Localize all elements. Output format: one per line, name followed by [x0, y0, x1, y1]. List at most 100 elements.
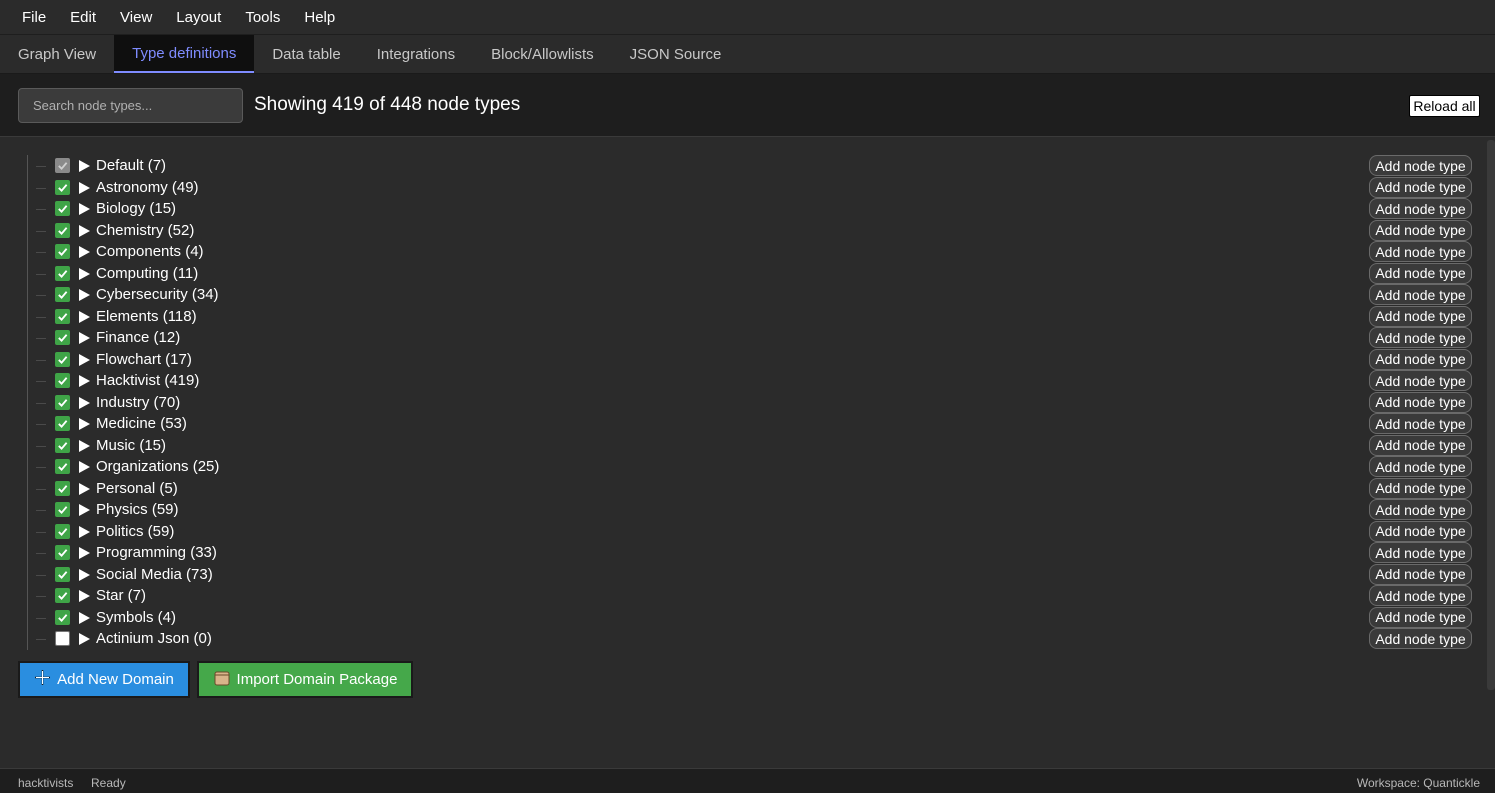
domain-checkbox[interactable]: [55, 351, 70, 367]
domain-label[interactable]: Organizations (25): [96, 458, 219, 475]
add-node-type-button[interactable]: Add node type: [1369, 241, 1472, 262]
add-node-type-button[interactable]: Add node type: [1369, 413, 1472, 434]
domain-label[interactable]: Chemistry (52): [96, 222, 194, 239]
add-node-type-button[interactable]: Add node type: [1369, 198, 1472, 219]
domain-checkbox[interactable]: [55, 416, 70, 431]
domain-checkbox[interactable]: [55, 502, 70, 517]
expand-arrow-icon[interactable]: [79, 267, 90, 280]
expand-arrow-icon[interactable]: [79, 332, 90, 344]
domain-label[interactable]: Default (7): [96, 157, 166, 174]
domain-label[interactable]: Medicine (53): [96, 415, 187, 432]
expand-arrow-icon[interactable]: [79, 418, 90, 430]
domain-label[interactable]: Industry (70): [96, 394, 180, 411]
add-node-type-button[interactable]: Add node type: [1369, 520, 1472, 542]
domain-checkbox[interactable]: [55, 308, 70, 324]
domain-checkbox[interactable]: [55, 545, 70, 560]
domain-label[interactable]: Hacktivist (419): [96, 372, 199, 389]
domain-label[interactable]: Physics (59): [96, 501, 179, 518]
menu-item-view[interactable]: View: [108, 0, 164, 35]
reload-all-button[interactable]: Reload all: [1409, 95, 1480, 117]
domain-label[interactable]: Biology (15): [96, 200, 176, 217]
tab-type-definitions[interactable]: Type definitions: [114, 35, 255, 73]
domain-label[interactable]: Music (15): [96, 437, 166, 454]
tab-block-allowlists[interactable]: Block/Allowlists: [473, 35, 612, 73]
domain-checkbox[interactable]: [55, 179, 70, 195]
expand-arrow-icon[interactable]: [79, 525, 90, 538]
domain-checkbox[interactable]: [55, 437, 70, 453]
menu-item-tools[interactable]: Tools: [233, 0, 292, 35]
domain-checkbox[interactable]: [55, 265, 70, 281]
domain-checkbox[interactable]: [55, 287, 70, 302]
domain-label[interactable]: Finance (12): [96, 329, 180, 346]
expand-arrow-icon[interactable]: [79, 611, 90, 624]
tab-graph-view[interactable]: Graph View: [0, 35, 114, 73]
domain-label[interactable]: Politics (59): [96, 523, 174, 540]
domain-label[interactable]: Personal (5): [96, 480, 178, 497]
add-node-type-button[interactable]: Add node type: [1369, 176, 1472, 198]
expand-arrow-icon[interactable]: [79, 375, 90, 387]
domain-label[interactable]: Actinium Json (0): [96, 630, 212, 647]
tab-json-source[interactable]: JSON Source: [612, 35, 740, 73]
domain-label[interactable]: Components (4): [96, 243, 204, 260]
expand-arrow-icon[interactable]: [79, 224, 90, 237]
domain-label[interactable]: Elements (118): [96, 308, 197, 325]
expand-arrow-icon[interactable]: [79, 203, 90, 215]
menu-item-layout[interactable]: Layout: [164, 0, 233, 35]
add-node-type-button[interactable]: Add node type: [1369, 606, 1472, 628]
add-node-type-button[interactable]: Add node type: [1369, 585, 1472, 606]
domain-label[interactable]: Social Media (73): [96, 566, 213, 583]
menu-item-file[interactable]: File: [10, 0, 58, 35]
expand-arrow-icon[interactable]: [79, 439, 90, 452]
add-node-type-button[interactable]: Add node type: [1369, 391, 1472, 413]
add-node-type-button[interactable]: Add node type: [1369, 262, 1472, 284]
expand-arrow-icon[interactable]: [79, 482, 90, 495]
domain-checkbox[interactable]: [55, 373, 70, 388]
domain-checkbox[interactable]: [55, 588, 70, 603]
add-node-type-button[interactable]: Add node type: [1369, 348, 1472, 370]
add-node-type-button[interactable]: Add node type: [1369, 563, 1472, 585]
domain-label[interactable]: Symbols (4): [96, 609, 176, 626]
add-node-type-button[interactable]: Add node type: [1369, 155, 1472, 176]
domain-checkbox[interactable]: [55, 609, 70, 625]
expand-arrow-icon[interactable]: [79, 568, 90, 581]
domain-checkbox[interactable]: [55, 394, 70, 410]
search-input[interactable]: [18, 88, 243, 123]
add-node-type-button[interactable]: Add node type: [1369, 456, 1472, 477]
domain-label[interactable]: Star (7): [96, 587, 146, 604]
add-node-type-button[interactable]: Add node type: [1369, 542, 1472, 563]
add-node-type-button[interactable]: Add node type: [1369, 305, 1472, 327]
domain-label[interactable]: Astronomy (49): [96, 179, 199, 196]
expand-arrow-icon[interactable]: [79, 633, 90, 645]
domain-checkbox[interactable]: [55, 201, 70, 216]
expand-arrow-icon[interactable]: [79, 289, 90, 301]
domain-checkbox[interactable]: [55, 631, 70, 646]
add-node-type-button[interactable]: Add node type: [1369, 327, 1472, 348]
domain-checkbox[interactable]: [55, 480, 70, 496]
add-node-type-button[interactable]: Add node type: [1369, 499, 1472, 520]
import-domain-package-button[interactable]: Import Domain Package: [197, 661, 413, 698]
expand-arrow-icon[interactable]: [79, 246, 90, 258]
expand-arrow-icon[interactable]: [79, 160, 90, 172]
domain-label[interactable]: Cybersecurity (34): [96, 286, 219, 303]
domain-checkbox[interactable]: [55, 330, 70, 345]
add-new-domain-button[interactable]: Add New Domain: [18, 661, 190, 698]
domain-checkbox[interactable]: [55, 523, 70, 539]
add-node-type-button[interactable]: Add node type: [1369, 628, 1472, 649]
tab-integrations[interactable]: Integrations: [359, 35, 473, 73]
domain-label[interactable]: Flowchart (17): [96, 351, 192, 368]
domain-checkbox[interactable]: [55, 459, 70, 474]
domain-label[interactable]: Programming (33): [96, 544, 217, 561]
domain-checkbox[interactable]: [55, 566, 70, 582]
menu-item-help[interactable]: Help: [292, 0, 347, 35]
expand-arrow-icon[interactable]: [79, 396, 90, 409]
expand-arrow-icon[interactable]: [79, 590, 90, 602]
add-node-type-button[interactable]: Add node type: [1369, 370, 1472, 391]
scrollbar[interactable]: [1487, 140, 1495, 690]
expand-arrow-icon[interactable]: [79, 181, 90, 194]
expand-arrow-icon[interactable]: [79, 310, 90, 323]
domain-label[interactable]: Computing (11): [96, 265, 198, 282]
add-node-type-button[interactable]: Add node type: [1369, 284, 1472, 305]
domain-checkbox[interactable]: [55, 222, 70, 238]
tab-data-table[interactable]: Data table: [254, 35, 358, 73]
add-node-type-button[interactable]: Add node type: [1369, 477, 1472, 499]
